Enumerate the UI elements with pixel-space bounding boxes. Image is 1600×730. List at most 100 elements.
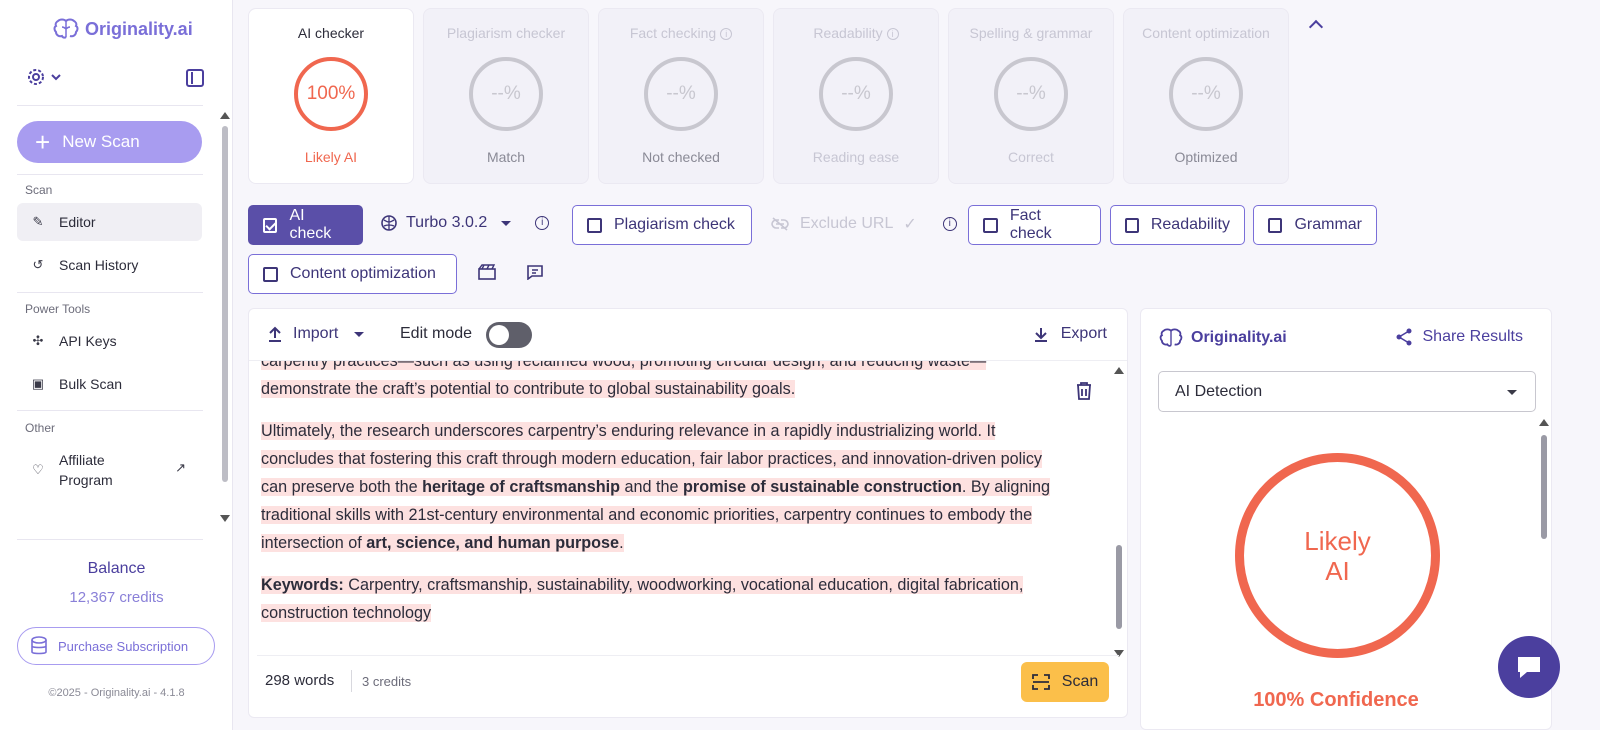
card-content-optimization[interactable]: Content optimization --% Optimized: [1123, 8, 1289, 184]
scrollbar-thumb[interactable]: [222, 126, 228, 482]
sidebar-item-label: Scan History: [59, 257, 139, 273]
select-value: AI Detection: [1175, 382, 1263, 400]
card-score-ring: --%: [644, 57, 718, 131]
paragraph: Keywords: Carpentry, craftsmanship, sust…: [261, 571, 1051, 627]
model-label: Turbo 3.0.2: [406, 214, 488, 231]
sidebar-item-label: Affiliate Program: [59, 450, 113, 490]
option-label: Exclude URL: [800, 215, 894, 232]
credit-cost: 3 credits: [362, 674, 412, 689]
purchase-subscription-button[interactable]: Purchase Subscription: [17, 627, 215, 665]
editor-panel: Import Edit mode Export carpentry practi…: [248, 308, 1128, 718]
text-run: Carpentry, craftsmanship, sustainability…: [261, 576, 1024, 622]
card-subtitle: Match: [486, 149, 526, 165]
sidebar-item-label: API Keys: [59, 333, 117, 349]
card-readability[interactable]: Readability i --% Reading ease: [773, 8, 939, 184]
gear-icon: [28, 69, 44, 85]
chat-button[interactable]: [1498, 636, 1560, 698]
bold-text: heritage of craftsmanship: [422, 478, 620, 496]
paragraph: Ultimately, the research underscores car…: [261, 417, 1051, 557]
section-label-scan: Scan: [25, 183, 53, 197]
chevron-up-icon[interactable]: [1308, 19, 1324, 35]
word-count: 298 words: [265, 672, 335, 689]
import-button[interactable]: Import: [267, 325, 365, 343]
collapse-sidebar-icon[interactable]: [186, 69, 204, 87]
fact-check-toggle[interactable]: Fact check: [968, 205, 1101, 245]
trash-icon[interactable]: [1075, 381, 1093, 406]
balance-value: 12,367 credits: [69, 589, 164, 606]
scroll-up-icon[interactable]: [1539, 419, 1549, 426]
brain-logo-icon: [53, 18, 79, 39]
grammar-toggle[interactable]: Grammar: [1253, 205, 1377, 245]
plus-icon: +: [35, 127, 51, 157]
sidebar-item-scan-history[interactable]: ↺ Scan History: [17, 246, 202, 284]
divider: [17, 292, 203, 293]
settings-dropdown[interactable]: [27, 68, 61, 86]
sidebar-item-affiliate[interactable]: ♡ Affiliate Program ↗: [17, 448, 202, 492]
edit-mode-switch[interactable]: [486, 322, 532, 348]
balance-label: Balance: [87, 560, 146, 577]
scrollbar-thumb[interactable]: [1541, 435, 1547, 539]
info-icon[interactable]: i: [886, 28, 899, 41]
card-spelling-grammar[interactable]: Spelling & grammar --% Correct: [948, 8, 1114, 184]
bold-text: Keywords:: [261, 576, 344, 594]
caret-down-icon: [1507, 390, 1517, 395]
detection-type-select[interactable]: AI Detection: [1158, 371, 1536, 412]
scroll-up-icon[interactable]: [1114, 367, 1124, 374]
paragraph: carpentry practices—such as using reclai…: [261, 361, 1051, 403]
checkbox-icon: [263, 266, 278, 282]
editor-toolbar: Import Edit mode Export: [249, 309, 1127, 361]
card-fact-checking[interactable]: Fact checking i --% Not checked: [598, 8, 764, 184]
share-results-button[interactable]: Share Results: [1395, 328, 1524, 346]
content-optimization-toggle[interactable]: Content optimization: [248, 254, 457, 294]
scan-button[interactable]: Scan: [1021, 662, 1109, 702]
editor-scrollbar[interactable]: [1114, 367, 1124, 657]
sidebar-item-editor[interactable]: ✎ Editor: [17, 203, 202, 241]
checkbox-icon: [983, 217, 998, 233]
copyright: ©2025 - Originality.ai - 4.1.8: [48, 687, 185, 699]
results-panel: Originality.ai Share Results AI Detectio…: [1140, 308, 1552, 730]
card-plagiarism-checker[interactable]: Plagiarism checker --% Match: [423, 8, 589, 184]
chevron-down-icon: [51, 74, 61, 81]
clapperboard-icon[interactable]: [478, 264, 496, 285]
scrollbar-thumb[interactable]: [1116, 545, 1122, 629]
results-brand: Originality.ai: [1159, 328, 1287, 348]
scroll-up-icon[interactable]: [220, 112, 230, 119]
card-score-ring: --%: [819, 57, 893, 131]
feedback-icon[interactable]: [526, 264, 544, 285]
editor-footer: 298 words 3 credits Scan: [257, 655, 1119, 707]
editor-text[interactable]: carpentry practices—such as using reclai…: [261, 361, 1051, 653]
result-ring-line1: Likely: [1304, 525, 1371, 556]
ai-check-toggle[interactable]: AI check: [248, 205, 363, 245]
info-icon[interactable]: i: [942, 217, 957, 231]
api-icon: ✣: [32, 333, 44, 348]
logo-text: Originality.ai: [85, 18, 193, 39]
exclude-url-toggle[interactable]: Exclude URL ✓ i: [770, 214, 957, 234]
new-scan-button[interactable]: + New Scan: [17, 121, 202, 163]
sidebar: Originality.ai + New Scan Scan ✎ Editor …: [0, 0, 233, 730]
sidebar-scrollbar[interactable]: [220, 112, 230, 522]
plagiarism-check-toggle[interactable]: Plagiarism check: [572, 205, 752, 245]
checkbox-icon: [1268, 217, 1283, 233]
sidebar-item-api-keys[interactable]: ✣ API Keys: [17, 322, 202, 360]
scroll-down-icon[interactable]: [220, 515, 230, 522]
checkbox-checked-icon: [263, 217, 278, 233]
readability-toggle[interactable]: Readability: [1110, 205, 1245, 245]
option-label: Fact check: [1009, 207, 1052, 242]
info-icon[interactable]: i: [720, 28, 733, 41]
chat-icon: [1518, 657, 1540, 678]
results-brand-text: Originality.ai: [1191, 329, 1287, 346]
section-label-other: Other: [25, 421, 56, 435]
logo[interactable]: Originality.ai: [53, 18, 193, 40]
card-ai-checker[interactable]: AI checker 100% Likely AI: [248, 8, 414, 184]
model-select[interactable]: Turbo 3.0.2 i: [380, 214, 550, 232]
share-label: Share Results: [1422, 328, 1524, 345]
checkbox-icon: [1125, 217, 1139, 233]
option-label: AI check: [289, 207, 332, 242]
card-title: Plagiarism checker: [446, 25, 566, 41]
divider: [17, 539, 203, 540]
export-button[interactable]: Export: [1033, 325, 1107, 343]
sidebar-item-bulk-scan[interactable]: ▣ Bulk Scan: [17, 365, 202, 403]
info-icon[interactable]: i: [535, 216, 550, 230]
result-ring-line2: AI: [1325, 555, 1350, 586]
divider: [17, 410, 203, 411]
